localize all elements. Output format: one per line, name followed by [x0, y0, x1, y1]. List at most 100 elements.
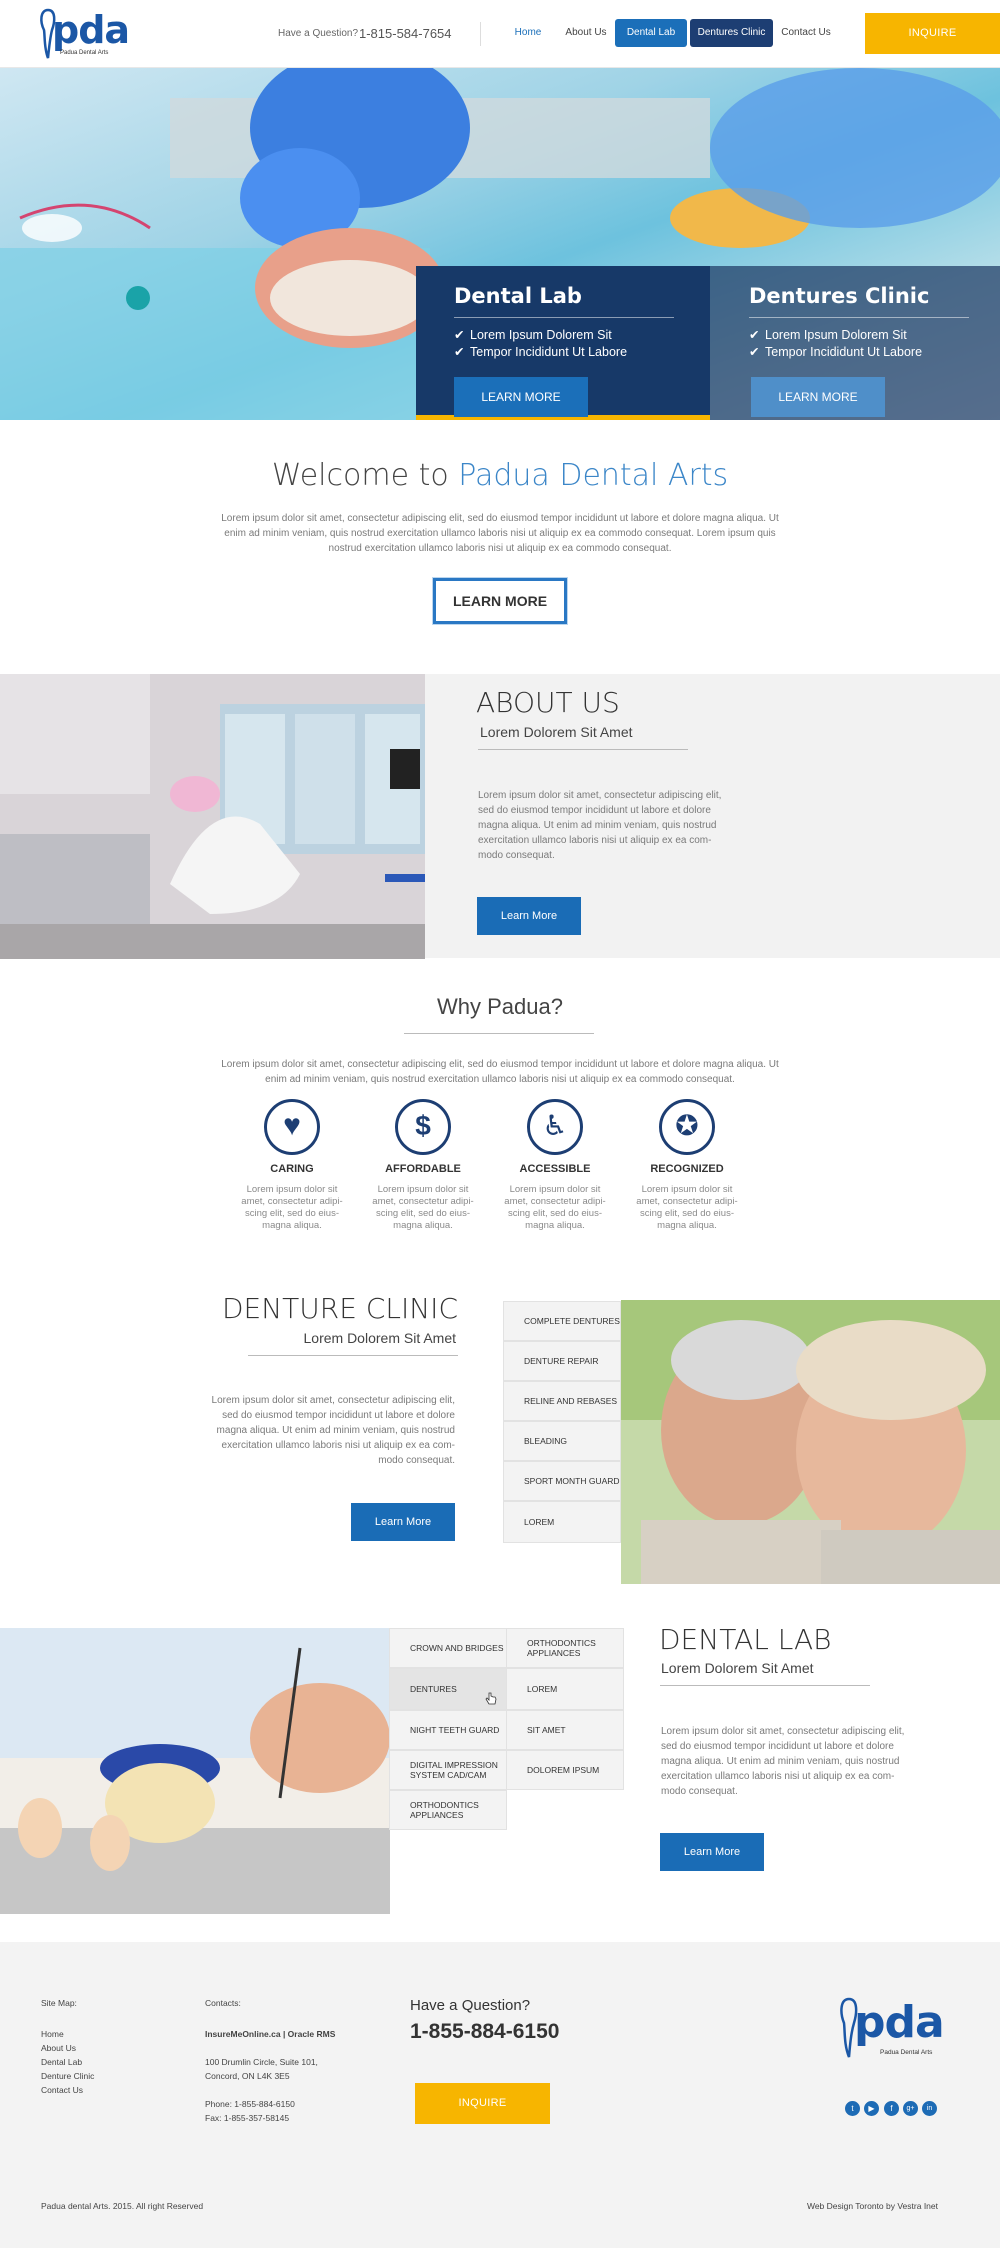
- dental-lab-learn-more-button[interactable]: LEARN MORE: [454, 377, 588, 417]
- award-icon: ✪: [659, 1099, 715, 1155]
- dental-lab-rule: [660, 1685, 870, 1686]
- welcome-title-prefix: Welcome to: [271, 458, 459, 493]
- dollar-glyph: $: [415, 1110, 431, 1141]
- nav-about-us[interactable]: About Us: [560, 19, 612, 47]
- sitemap-link-dental-lab[interactable]: Dental Lab: [41, 2057, 82, 2067]
- award-glyph: ✪: [675, 1110, 699, 1141]
- hero-panel-title: Dental Lab: [454, 284, 582, 308]
- google-plus-icon[interactable]: g+: [903, 2101, 918, 2116]
- copyright: Padua dental Arts. 2015. All right Reser…: [41, 2201, 204, 2211]
- about-text: Lorem ipsum dolor sit amet, consectetur …: [478, 790, 722, 861]
- dental-lab-title: DENTAL LAB: [659, 1623, 832, 1656]
- smiling-couple-photo: [621, 1300, 1000, 1584]
- facebook-icon[interactable]: f: [884, 2101, 899, 2116]
- hero-panel-rule: [454, 317, 674, 318]
- contacts-fax: Fax: 1-855-357-58145: [205, 2113, 290, 2123]
- hero-bullet: ✔ Tempor Incididunt Ut Labore: [749, 344, 922, 359]
- denture-service-item[interactable]: DENTURE REPAIR: [503, 1341, 621, 1381]
- denture-service-item[interactable]: LOREM: [503, 1501, 621, 1543]
- contacts-address-1: 100 Drumlin Circle, Suite 101,: [205, 2057, 318, 2067]
- sitemap-link-contact-us[interactable]: Contact Us: [41, 2085, 83, 2095]
- lab-service-item[interactable]: DOLOREM IPSUM: [506, 1750, 624, 1790]
- lab-service-item[interactable]: ORTHODONTICS APPLIANCES: [506, 1628, 624, 1668]
- footer-inquire-button[interactable]: INQUIRE: [415, 2083, 550, 2124]
- hero-panel-dentures-clinic: Dentures Clinic ✔ Lorem Ipsum Dolorem Sit…: [710, 266, 1000, 420]
- feature-title: ACCESSIBLE: [519, 1163, 591, 1175]
- denture-clinic-text: Lorem ipsum dolor sit amet, consectetur …: [211, 1395, 455, 1466]
- lab-service-item[interactable]: NIGHT TEETH GUARD: [389, 1710, 507, 1750]
- contacts-address-2: Concord, ON L4K 3E5: [205, 2071, 290, 2081]
- check-icon: ✔: [454, 345, 465, 359]
- dental-lab-learn-more-button[interactable]: Learn More: [660, 1833, 764, 1871]
- contacts-company: InsureMeOnline.ca | Oracle RMS: [205, 2029, 336, 2039]
- sitemap-link-about-us[interactable]: About Us: [41, 2043, 76, 2053]
- welcome-learn-more-button[interactable]: LEARN MORE: [432, 577, 568, 625]
- lab-service-item[interactable]: ORTHODONTICS APPLIANCES: [389, 1790, 507, 1830]
- lab-service-item[interactable]: LOREM: [506, 1668, 624, 1710]
- contacts-title: Contacts:: [205, 1998, 241, 2008]
- denture-service-item[interactable]: COMPLETE DENTURES: [503, 1301, 621, 1341]
- hero-bullet-text: Tempor Incididunt Ut Labore: [470, 345, 628, 359]
- footer-logo-text: pda: [854, 1997, 945, 2048]
- hero-bullet-text: Lorem Ipsum Dolorem Sit: [765, 328, 907, 342]
- hero-panel-dental-lab: Dental Lab ✔ Lorem Ipsum Dolorem Sit ✔ Tem…: [416, 266, 710, 420]
- dental-lab-photo: [0, 1628, 390, 1914]
- feature-title: CARING: [270, 1163, 314, 1175]
- sitemap-link-home[interactable]: Home: [41, 2029, 64, 2039]
- dental-lab-text: Lorem ipsum dolor sit amet, consectetur …: [661, 1726, 905, 1797]
- denture-service-item[interactable]: BLEADING: [503, 1421, 621, 1461]
- heart-icon: ♥: [264, 1099, 320, 1155]
- about-subtitle: Lorem Dolorem Sit Amet: [480, 724, 633, 740]
- linkedin-icon[interactable]: in: [922, 2101, 937, 2116]
- check-icon: ✔: [749, 345, 760, 359]
- hero-bullet-text: Lorem Ipsum Dolorem Sit: [470, 328, 612, 342]
- denture-service-item[interactable]: SPORT MONTH GUARD: [503, 1461, 621, 1501]
- hand-cursor-icon: [485, 1692, 497, 1705]
- header-inquire-button[interactable]: INQUIRE: [865, 13, 1000, 54]
- site-header: pda Padua Dental Arts Have a Question? 1…: [0, 0, 1000, 68]
- dentures-clinic-learn-more-button[interactable]: LEARN MORE: [751, 377, 885, 417]
- feature-text: Lorem ipsum dolor sit amet, consectetur …: [372, 1184, 474, 1231]
- header-phone[interactable]: 1-815-584-7654: [359, 26, 452, 41]
- footer-logo[interactable]: pda Padua Dental Arts: [838, 1997, 945, 2061]
- feature-text: Lorem ipsum dolor sit amet, consectetur …: [636, 1184, 738, 1231]
- twitter-icon[interactable]: t: [845, 2101, 860, 2116]
- hero-bullet: ✔ Lorem Ipsum Dolorem Sit: [749, 327, 907, 342]
- design-credit[interactable]: Web Design Toronto by Vestra Inet: [807, 2201, 938, 2211]
- feature-title: AFFORDABLE: [385, 1163, 461, 1175]
- welcome-title-brand: Padua Dental Arts: [458, 458, 729, 493]
- denture-clinic-rule: [248, 1355, 458, 1356]
- heart-glyph: ♥: [283, 1109, 301, 1142]
- denture-clinic-title: DENTURE CLINIC: [221, 1292, 458, 1325]
- check-icon: ✔: [749, 328, 760, 342]
- footer-question: Have a Question?: [410, 1997, 531, 2014]
- nav-home[interactable]: Home: [510, 19, 546, 47]
- lab-service-item[interactable]: SIT AMET: [506, 1710, 624, 1750]
- footer-phone[interactable]: 1-855-884-6150: [410, 2020, 559, 2044]
- wheelchair-glyph: ♿: [542, 1110, 568, 1141]
- about-title: ABOUT US: [476, 686, 620, 719]
- lab-service-item[interactable]: CROWN AND BRIDGES: [389, 1628, 507, 1668]
- youtube-icon[interactable]: ▶: [864, 2101, 879, 2116]
- hero-bullet: ✔ Tempor Incididunt Ut Labore: [454, 344, 627, 359]
- footer-logo-tagline: Padua Dental Arts: [880, 2049, 933, 2056]
- denture-service-item[interactable]: RELINE AND REBASES: [503, 1381, 621, 1421]
- denture-clinic-subtitle: Lorem Dolorem Sit Amet: [303, 1330, 457, 1346]
- header-divider: [480, 22, 481, 46]
- why-title: Why Padua?: [437, 994, 563, 1019]
- about-learn-more-button[interactable]: Learn More: [477, 897, 581, 935]
- hero-panel-title: Dentures Clinic: [749, 284, 930, 308]
- nav-contact-us[interactable]: Contact Us: [778, 19, 834, 47]
- nav-dentures-clinic[interactable]: Dentures Clinic: [690, 19, 773, 47]
- sitemap-link-denture-clinic[interactable]: Denture Clinic: [41, 2071, 94, 2081]
- nav-dental-lab[interactable]: Dental Lab: [615, 19, 687, 47]
- denture-clinic-learn-more-button[interactable]: Learn More: [351, 1503, 455, 1541]
- lab-service-item[interactable]: DIGITAL IMPRESSION SYSTEM CAD/CAM: [389, 1750, 507, 1790]
- hero-bullet-text: Tempor Incididunt Ut Labore: [765, 345, 923, 359]
- contacts-phone: Phone: 1-855-884-6150: [205, 2099, 295, 2109]
- why-rule: [404, 1033, 594, 1034]
- logo[interactable]: pda Padua Dental Arts: [38, 6, 130, 62]
- logo-tagline: Padua Dental Arts: [60, 50, 109, 56]
- dental-office-photo: [0, 674, 425, 959]
- wheelchair-icon: ♿: [527, 1099, 583, 1155]
